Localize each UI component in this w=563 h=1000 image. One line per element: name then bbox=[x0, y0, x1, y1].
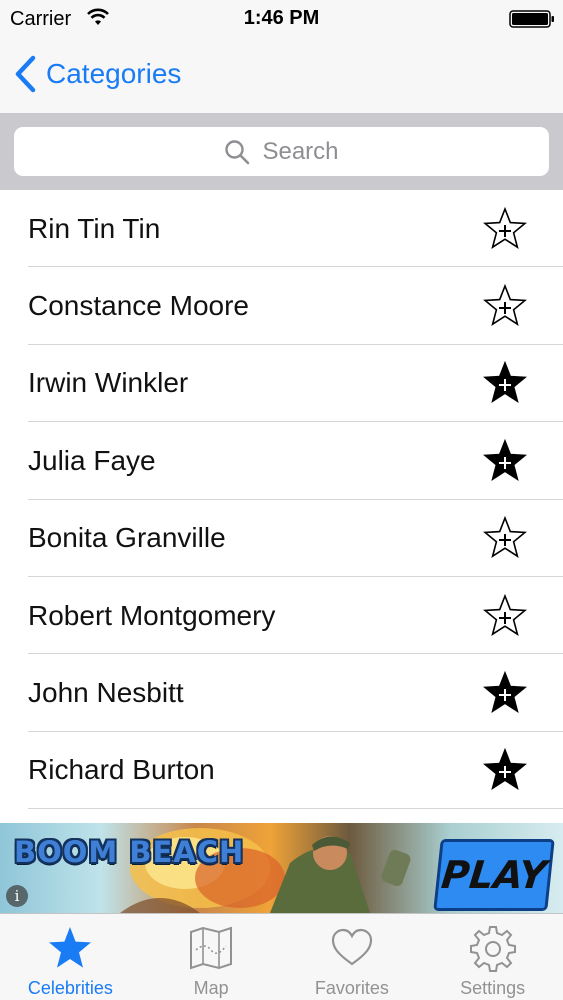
celebrity-list: Rin Tin Tin Constance Moore Irwin Winkler J… bbox=[0, 190, 563, 823]
tab-label: Favorites bbox=[314, 978, 389, 998]
ad-banner[interactable]: BOOM BEACH PLAY i bbox=[0, 823, 563, 913]
list-item[interactable]: Rin Tin Tin bbox=[0, 190, 563, 268]
favorite-star-outline-icon[interactable] bbox=[483, 593, 527, 638]
celebrity-name: Bonita Granville bbox=[28, 522, 226, 554]
ad-brand-logo: BOOM BEACH bbox=[14, 835, 245, 869]
tab-settings[interactable]: Settings bbox=[422, 914, 563, 1000]
list-item[interactable]: Richard Burton bbox=[0, 732, 563, 810]
favorite-star-filled-icon[interactable] bbox=[483, 438, 527, 483]
tab-label: Settings bbox=[460, 978, 526, 998]
list-item[interactable]: Constance Moore bbox=[0, 267, 563, 346]
search-input[interactable]: Search bbox=[14, 127, 549, 176]
favorite-star-outline-icon[interactable] bbox=[483, 516, 527, 560]
list-item[interactable]: Irwin Winkler bbox=[0, 345, 563, 423]
search-icon bbox=[225, 139, 250, 164]
tab-map[interactable]: Map bbox=[141, 914, 282, 1000]
app-screen: Carrier 1:46 PM Categories Search Rin Ti… bbox=[0, 0, 563, 1000]
status-bar: Carrier 1:46 PM bbox=[0, 0, 563, 38]
search-placeholder: Search bbox=[262, 137, 339, 165]
map-icon bbox=[190, 926, 233, 970]
battery-icon bbox=[509, 10, 554, 28]
celebrity-name: Constance Moore bbox=[28, 290, 250, 322]
favorite-star-filled-icon[interactable] bbox=[483, 361, 527, 405]
gear-icon bbox=[469, 926, 516, 972]
star-icon bbox=[49, 927, 92, 968]
search-bar: Search bbox=[0, 113, 563, 190]
favorite-star-filled-icon[interactable] bbox=[483, 671, 527, 715]
list-item[interactable]: Robert Montgomery bbox=[0, 577, 563, 655]
tab-favorites[interactable]: Favorites bbox=[282, 914, 423, 1000]
list-item[interactable]: Julia Faye bbox=[0, 422, 563, 500]
ad-play-button[interactable]: PLAY bbox=[433, 839, 555, 911]
favorite-star-outline-icon[interactable] bbox=[483, 284, 527, 328]
tab-label: Map bbox=[193, 978, 229, 998]
list-item[interactable]: John Nesbitt bbox=[0, 654, 563, 733]
navigation-bar: Categories bbox=[0, 38, 563, 113]
status-time: 1:46 PM bbox=[243, 7, 320, 29]
celebrity-name: Irwin Winkler bbox=[28, 367, 189, 399]
back-button-label: Categories bbox=[46, 58, 182, 89]
heart-icon bbox=[331, 928, 372, 966]
ad-info-icon[interactable]: i bbox=[6, 885, 28, 907]
celebrity-name: Julia Faye bbox=[28, 444, 156, 476]
tab-celebrities[interactable]: Celebrities bbox=[0, 914, 141, 1000]
favorite-star-outline-icon[interactable] bbox=[483, 206, 527, 251]
favorite-star-filled-icon[interactable] bbox=[483, 748, 527, 792]
celebrity-name: Rin Tin Tin bbox=[28, 212, 161, 244]
celebrity-name: Richard Burton bbox=[28, 754, 215, 786]
tab-label: Celebrities bbox=[27, 978, 113, 998]
celebrity-name: Robert Montgomery bbox=[28, 599, 276, 631]
list-item[interactable]: Bonita Granville bbox=[0, 500, 563, 578]
back-button[interactable]: Categories bbox=[12, 54, 181, 94]
tab-bar: Celebrities Map Favorites Settings bbox=[0, 913, 563, 1000]
chevron-left-icon bbox=[15, 55, 36, 93]
celebrity-name: John Nesbitt bbox=[28, 677, 184, 709]
